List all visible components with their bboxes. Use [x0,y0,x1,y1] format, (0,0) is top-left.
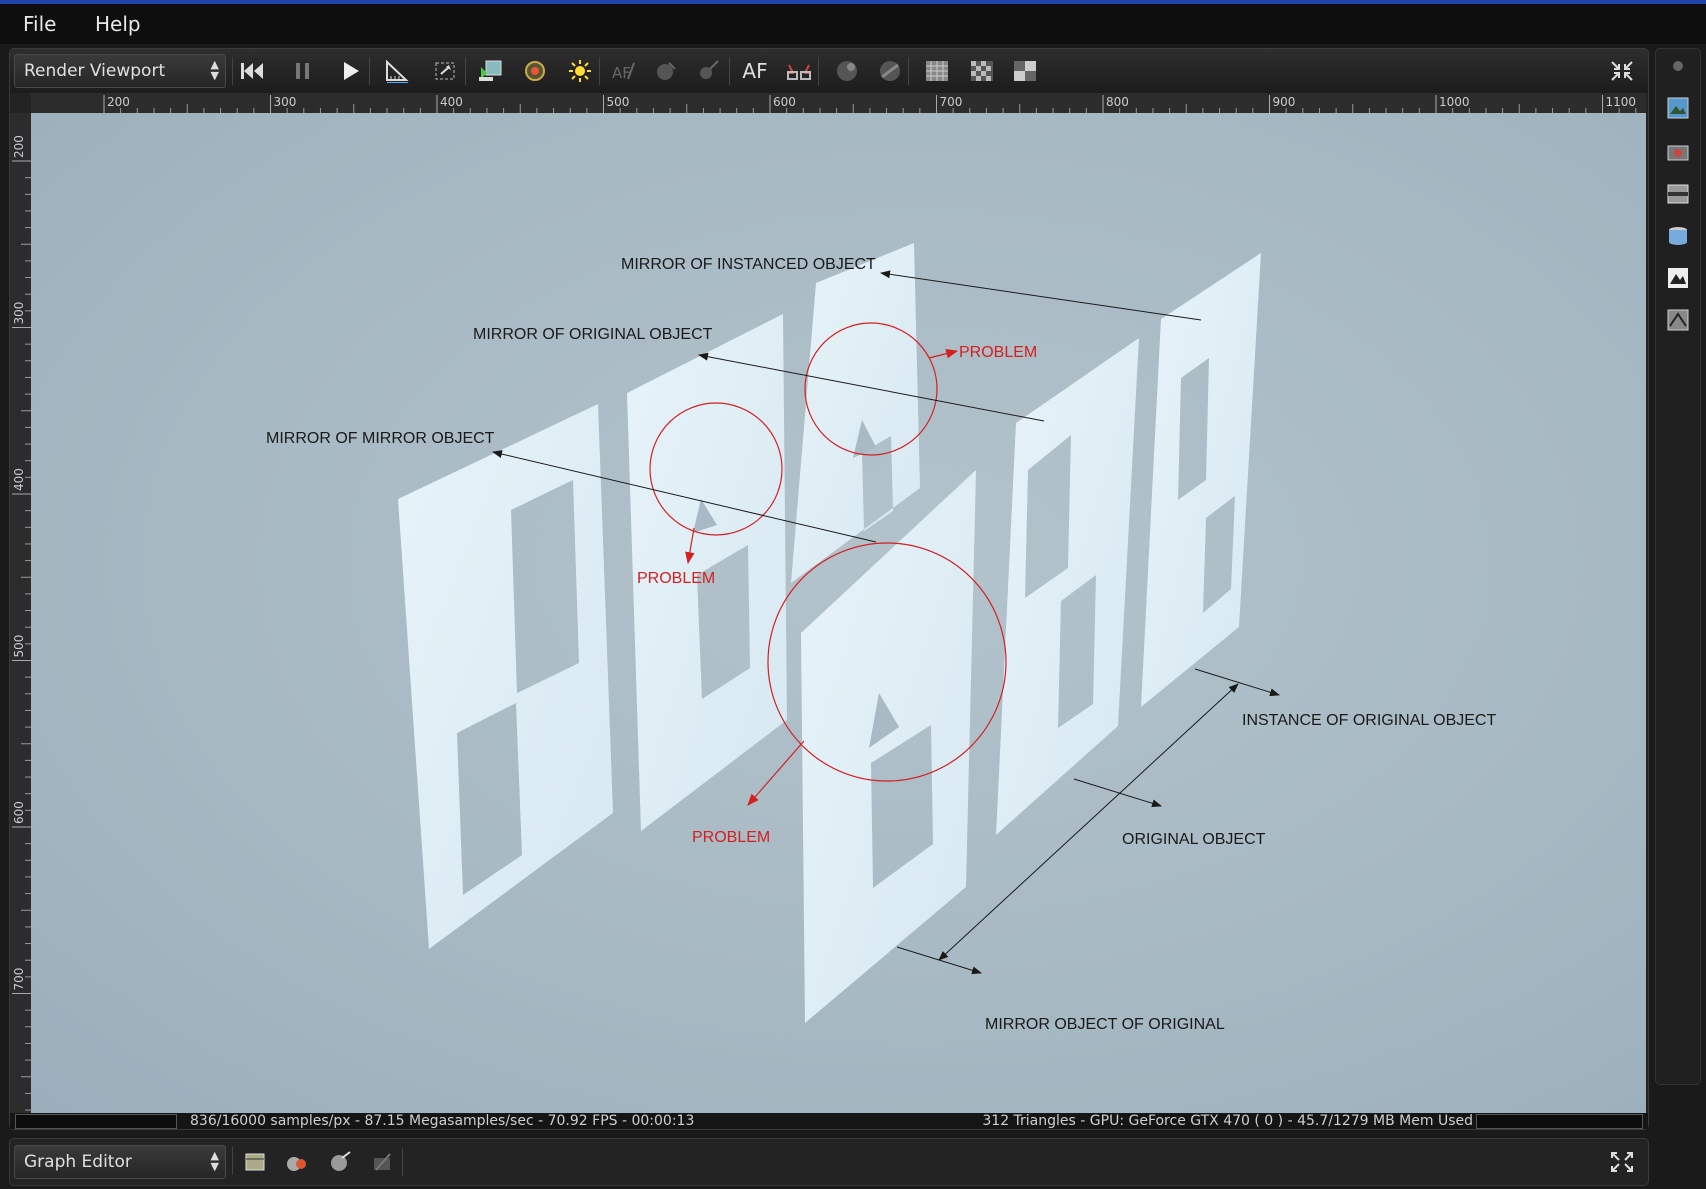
minimize-icon[interactable] [1607,56,1637,86]
imager-icon[interactable] [1663,305,1693,335]
viewport-toolbar: Render Viewport ▲ ▼ AF AF [10,49,1648,93]
label-mirror-original: MIRROR OF ORIGINAL OBJECT [473,326,713,343]
original-object-panel [996,338,1139,835]
graph-editor-panel: Graph Editor ▲ ▼ [9,1138,1649,1186]
label-problem-middle: PROBLEM [637,570,715,587]
ruler-label: 400 [440,95,463,109]
viewport-type-label: Render Viewport [24,61,166,81]
ruler-label: 200 [107,95,130,109]
ruler-label: 300 [12,302,26,325]
ruler-label: 500 [12,635,26,658]
kernel-settings-icon[interactable] [1663,179,1693,209]
import-icon[interactable] [475,56,505,86]
first-frame-icon[interactable] [237,56,267,86]
label-problem-top: PROBLEM [959,344,1037,361]
ruler-label: 600 [773,95,796,109]
annotation-arrow [896,946,982,975]
menu-bar: File Help [0,4,1706,44]
sun-icon[interactable] [565,56,595,86]
material-icon[interactable] [651,56,681,86]
ruler-label: 300 [274,95,297,109]
annotation-arrow [1073,778,1162,808]
toolbar-divider [729,57,730,85]
ruler-label: 1100 [1606,95,1637,109]
toolbar-divider [465,57,466,85]
ruler-label: 200 [12,135,26,158]
ruler-label: 700 [12,968,26,991]
ruler-label: 800 [1106,95,1129,109]
ruler-label: 1000 [1439,95,1470,109]
dock-dot-icon[interactable] [1663,51,1693,81]
camera-target-icon[interactable] [520,56,550,86]
instance-of-original-panel [1141,253,1261,707]
menu-help[interactable]: Help [95,12,141,36]
add-node-icon[interactable] [240,1147,270,1177]
problem-arrow [928,348,959,359]
render-viewport-panel: Render Viewport ▲ ▼ AF AF 200 300 400 50… [9,48,1649,1130]
rendered-scene: MIRROR OF INSTANCED OBJECT MIRROR OF ORI… [266,243,1496,1033]
toolbar-divider [599,57,600,85]
maximize-icon[interactable] [1607,1147,1637,1177]
label-mirror-object-original: MIRROR OBJECT OF ORIGINAL [985,1016,1225,1033]
checker-icon[interactable] [967,56,997,86]
disabled-node-icon[interactable] [367,1147,397,1177]
mirror-of-instanced-panel [791,243,920,583]
toolbar-divider [232,57,233,85]
selector-arrows-icon: ▲ ▼ [210,58,219,82]
label-original-object: ORIGINAL OBJECT [1122,831,1266,848]
graph-editor-label: Graph Editor [24,1152,132,1172]
gpu-stats: 312 Triangles - GPU: GeForce GTX 470 ( 0… [982,1113,1473,1129]
ruler-label: 900 [1273,95,1296,109]
render-stats: 836/16000 samples/px - 87.15 Megasamples… [190,1113,695,1129]
focus-icon[interactable] [694,56,724,86]
af-icon[interactable]: AF [740,56,770,86]
render-canvas[interactable]: MIRROR OF INSTANCED OBJECT MIRROR OF ORI… [31,113,1646,1113]
annotation-arrow [880,270,1202,321]
material-node-icon[interactable] [282,1147,312,1177]
ruler-label: 500 [607,95,630,109]
sphere-icon[interactable] [832,56,862,86]
annotation-arrow [1194,668,1280,697]
toolbar-divider [369,57,370,85]
af-pick-icon[interactable]: AF [608,56,638,86]
vertical-ruler: 200 300 400 500 600 700 [10,113,31,1113]
af-label: AF [742,59,768,83]
ruler-label: 700 [940,95,963,109]
ruler-icon[interactable] [382,56,412,86]
label-mirror-instanced: MIRROR OF INSTANCED OBJECT [621,256,876,273]
fit-icon[interactable] [430,56,460,86]
problem-arrow [747,740,805,806]
toolbar-divider [908,57,909,85]
pause-icon[interactable] [288,56,318,86]
graph-editor-selector[interactable]: Graph Editor ▲ ▼ [14,1145,226,1179]
image-settings-icon[interactable] [1663,93,1693,123]
split-icon[interactable] [1010,56,1040,86]
toolbar-divider [818,57,819,85]
horizontal-ruler: 200 300 400 500 600 700 800 900 1000 1100 [31,93,1646,113]
selector-arrows-icon: ▲ ▼ [210,1149,219,1173]
render-progress-bar [15,1114,177,1129]
ruler-label: 600 [12,801,26,824]
camera-settings-icon[interactable] [1663,137,1693,167]
svg-text:AF: AF [612,64,631,82]
menu-file[interactable]: File [23,12,56,36]
play-icon[interactable] [335,56,365,86]
texture-node-icon[interactable] [325,1147,355,1177]
sphere-alt-icon[interactable] [875,56,905,86]
label-instance-original: INSTANCE OF ORIGINAL OBJECT [1242,712,1496,729]
toolbar-divider [402,1148,403,1176]
mirror-of-mirror-panel [398,404,613,949]
render-status-bar: 836/16000 samples/px - 87.15 Megasamples… [10,1113,1648,1129]
database-icon[interactable] [1663,221,1693,251]
memory-bar [1476,1114,1643,1129]
glasses-icon[interactable] [784,56,814,86]
label-problem-bottom: PROBLEM [692,829,770,846]
ruler-label: 400 [12,468,26,491]
toolbar-divider [232,1147,233,1175]
environment-icon[interactable] [1663,263,1693,293]
viewport-type-selector[interactable]: Render Viewport ▲ ▼ [14,54,226,88]
grid-icon[interactable] [922,56,952,86]
right-dock [1655,48,1701,1085]
label-mirror-mirror: MIRROR OF MIRROR OBJECT [266,430,495,447]
